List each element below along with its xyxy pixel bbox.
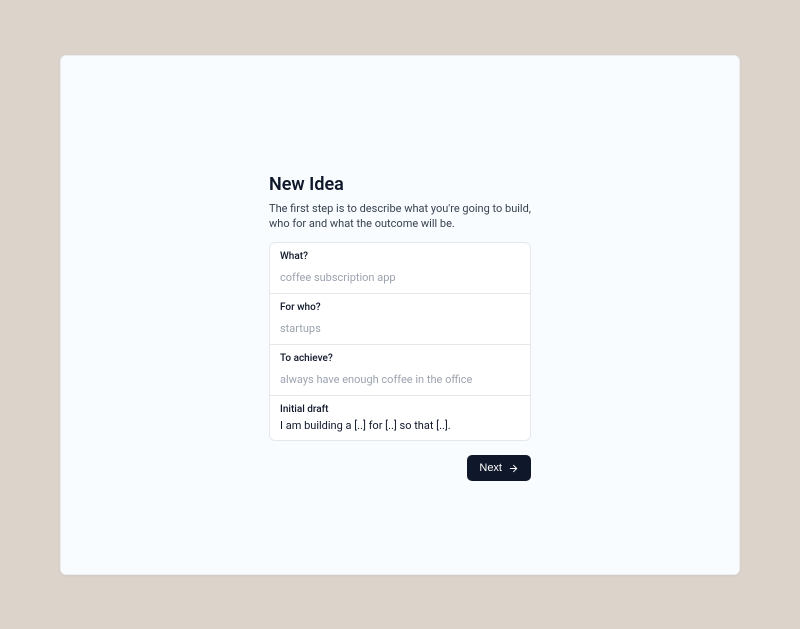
next-button[interactable]: Next (467, 455, 531, 481)
initial-draft-text: I am building a [..] for [..] so that [.… (280, 419, 520, 432)
for-who-input[interactable] (280, 322, 520, 335)
form-container: New Idea The first step is to describe w… (269, 174, 531, 574)
app-window: New Idea The first step is to describe w… (60, 55, 740, 575)
page-description: The first step is to describe what you'r… (269, 201, 531, 233)
field-to-achieve: To achieve? (270, 345, 530, 396)
form-card: What? For who? To achieve? Initial draft… (269, 242, 531, 441)
page-title: New Idea (269, 174, 531, 195)
field-what: What? (270, 243, 530, 294)
to-achieve-input[interactable] (280, 373, 520, 386)
to-achieve-label: To achieve? (280, 353, 520, 364)
next-button-label: Next (479, 462, 502, 474)
button-row: Next (269, 455, 531, 481)
for-who-label: For who? (280, 302, 520, 313)
initial-draft-label: Initial draft (280, 404, 520, 415)
arrow-right-icon (508, 463, 519, 474)
what-label: What? (280, 251, 520, 262)
field-for-who: For who? (270, 294, 530, 345)
field-initial-draft: Initial draft I am building a [..] for [… (270, 396, 530, 440)
what-input[interactable] (280, 271, 520, 284)
